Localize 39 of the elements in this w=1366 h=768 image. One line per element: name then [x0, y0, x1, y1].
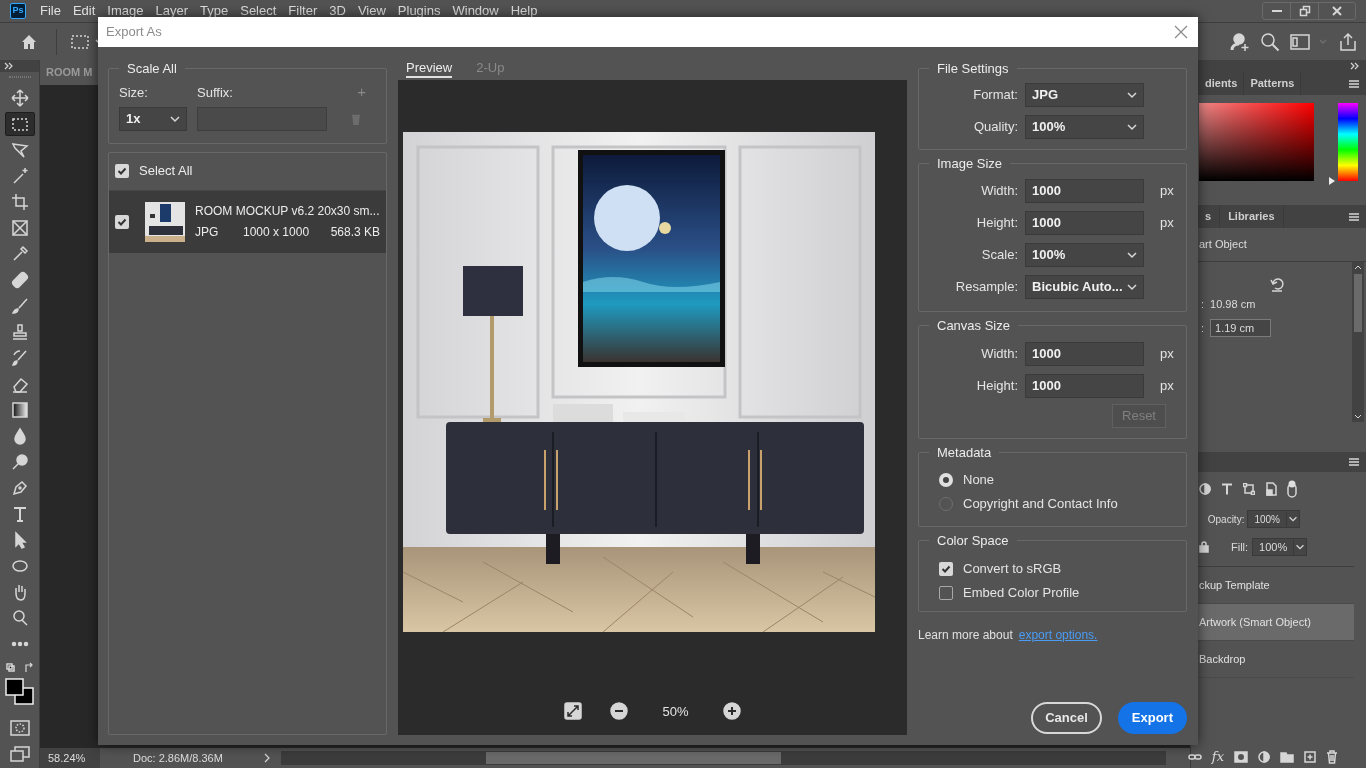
unit-label: px	[1160, 182, 1174, 201]
file-name: ROOM MOCKUP v6.2 20x30 sm...	[195, 203, 380, 220]
checkbox-label: Convert to sRGB	[963, 559, 1062, 578]
section-title: Color Space	[936, 532, 1010, 550]
checkbox-label: Embed Color Profile	[963, 583, 1080, 602]
file-dimensions: 1000 x 1000	[243, 224, 310, 241]
fill-label: Fill:	[1231, 539, 1249, 555]
section-title: Canvas Size	[936, 317, 1011, 335]
field-label: Format:	[972, 85, 1018, 104]
radio-label: None	[963, 471, 995, 490]
radio-label: Copyright and Contact Info	[963, 495, 1118, 514]
field-label: Size:	[119, 83, 149, 102]
field-label: Resample:	[954, 278, 1018, 297]
file-size: 568.3 KB	[330, 224, 380, 241]
unit-label: px	[1160, 376, 1174, 395]
field-label: :	[1201, 320, 1205, 336]
field-label: Quality:	[972, 117, 1018, 136]
field-label: Height:	[975, 376, 1018, 395]
field-label: Width:	[980, 344, 1018, 363]
file-format: JPG	[195, 224, 220, 241]
unit-label: px	[1160, 344, 1174, 363]
opacity-label: Opacity:	[1207, 512, 1245, 527]
document-size: Doc: 2.86M/8.36M	[133, 750, 223, 766]
checkbox-label: Select All	[139, 162, 193, 181]
dialog-title: Export As	[106, 23, 162, 42]
field-label: Height:	[975, 214, 1018, 233]
section-title: File Settings	[936, 60, 1010, 78]
unit-label: px	[1160, 214, 1174, 233]
field-label: Width:	[980, 182, 1018, 201]
app-logo: Ps	[10, 3, 26, 19]
field-label: :	[1201, 296, 1205, 312]
section-title: Image Size	[936, 154, 1004, 173]
section-title: Scale All	[126, 60, 178, 78]
field-label: Suffix:	[197, 83, 233, 102]
help-text: Learn more about	[918, 626, 1013, 644]
zoom-value: 50%	[662, 702, 689, 721]
section-title: Metadata	[936, 443, 993, 462]
field-label: Scale:	[980, 246, 1018, 265]
dimension-value: 10.98 cm	[1210, 296, 1256, 312]
